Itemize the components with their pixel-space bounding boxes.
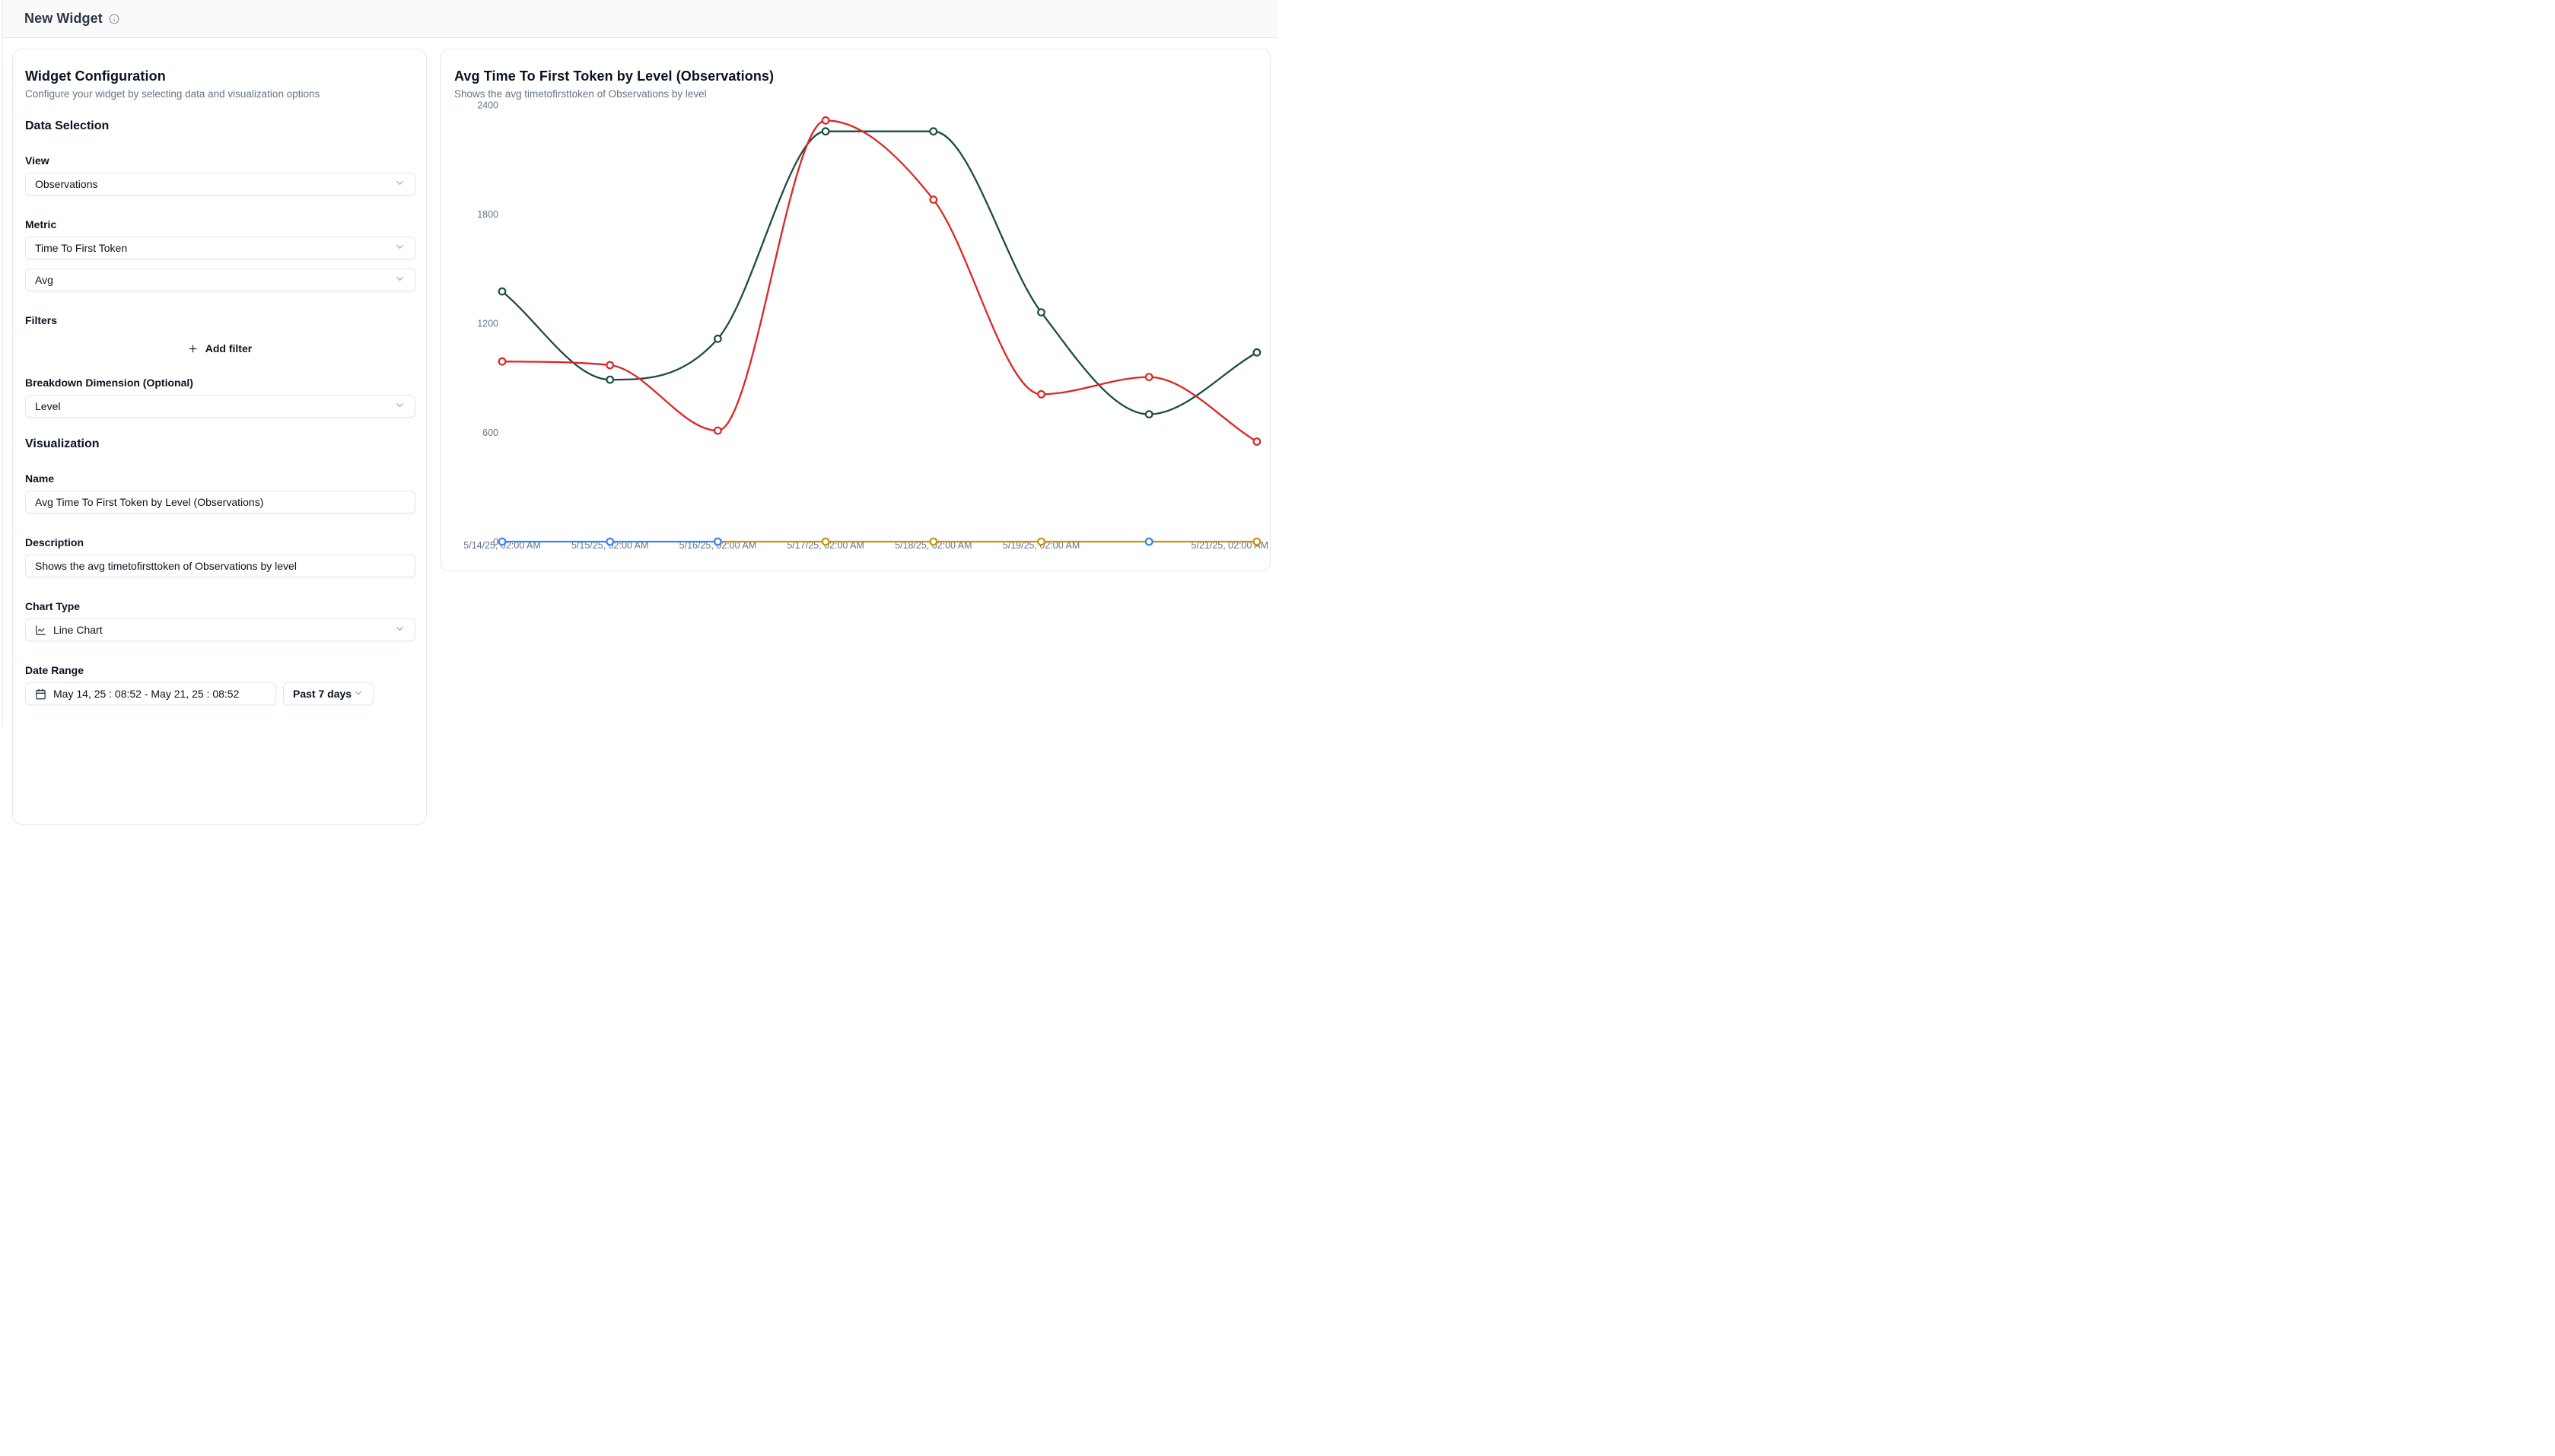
data-point-dark-teal[interactable] <box>1038 309 1045 316</box>
data-point-dark-teal[interactable] <box>931 128 937 135</box>
data-point-blue[interactable] <box>499 539 506 545</box>
widget-configuration-panel: Widget Configuration Configure your widg… <box>12 49 427 825</box>
add-filter-label: Add filter <box>205 342 252 354</box>
chart-type-label: Chart Type <box>25 600 414 612</box>
data-point-blue[interactable] <box>714 539 721 545</box>
data-point-red[interactable] <box>1038 391 1045 398</box>
breakdown-select-value: Level <box>35 400 60 412</box>
page-title: New Widget <box>24 11 103 27</box>
date-preset-value: Past 7 days <box>293 688 352 700</box>
data-selection-heading: Data Selection <box>25 119 414 133</box>
y-axis-tick-label: 2400 <box>477 100 498 111</box>
metric-label: Metric <box>25 218 414 230</box>
content-left-border <box>2 0 3 728</box>
widget-preview-panel: Avg Time To First Token by Level (Observ… <box>440 49 1271 571</box>
aggregation-select-value: Avg <box>35 274 53 286</box>
line-chart-icon <box>35 625 46 636</box>
metric-select-value: Time To First Token <box>35 242 127 254</box>
data-point-red[interactable] <box>499 358 506 365</box>
data-point-red[interactable] <box>714 428 721 434</box>
breakdown-dimension-label: Breakdown Dimension (Optional) <box>25 377 414 389</box>
chevron-down-icon <box>394 399 406 413</box>
add-filter-button[interactable]: Add filter <box>178 337 261 360</box>
data-point-dark-teal[interactable] <box>499 288 506 295</box>
data-point-orange[interactable] <box>931 539 937 545</box>
line-series-dark-teal <box>502 132 1257 415</box>
filters-label: Filters <box>25 314 414 326</box>
data-point-orange[interactable] <box>1254 539 1261 545</box>
description-input[interactable] <box>25 555 415 577</box>
chevron-down-icon <box>394 241 406 255</box>
chevron-down-icon <box>394 273 406 287</box>
line-chart: 06001200180024005/14/25, 02:00 AM5/15/25… <box>441 49 1271 572</box>
chart-type-value: Line Chart <box>53 624 103 636</box>
data-point-blue[interactable] <box>1146 539 1153 545</box>
date-range-button[interactable]: May 14, 25 : 08:52 - May 21, 25 : 08:52 <box>25 682 276 705</box>
metric-select[interactable]: Time To First Token <box>25 237 415 259</box>
chevron-down-icon <box>353 688 364 701</box>
breakdown-dimension-select[interactable]: Level <box>25 395 415 418</box>
y-axis-tick-label: 1800 <box>477 209 498 220</box>
aggregation-select[interactable]: Avg <box>25 269 415 291</box>
data-point-dark-teal[interactable] <box>1254 349 1261 356</box>
chevron-down-icon <box>394 623 406 637</box>
data-point-blue[interactable] <box>606 539 613 545</box>
chevron-down-icon <box>394 177 406 191</box>
data-point-dark-teal[interactable] <box>1146 411 1153 418</box>
config-panel-title: Widget Configuration <box>25 68 414 84</box>
data-point-orange[interactable] <box>822 539 829 545</box>
name-label: Name <box>25 472 414 485</box>
calendar-icon <box>35 688 46 700</box>
line-series-red <box>502 120 1257 441</box>
visualization-heading: Visualization <box>25 437 414 451</box>
data-point-dark-teal[interactable] <box>606 377 613 383</box>
date-preset-select[interactable]: Past 7 days <box>283 682 374 705</box>
date-range-label: Date Range <box>25 664 414 676</box>
config-panel-subtitle: Configure your widget by selecting data … <box>25 88 414 100</box>
data-point-red[interactable] <box>931 196 937 203</box>
data-point-red[interactable] <box>1254 438 1261 445</box>
data-point-red[interactable] <box>822 117 829 124</box>
description-label: Description <box>25 536 414 548</box>
data-point-dark-teal[interactable] <box>822 128 829 135</box>
data-point-orange[interactable] <box>1038 539 1045 545</box>
info-icon[interactable] <box>109 14 119 24</box>
data-point-red[interactable] <box>1146 374 1153 380</box>
page-header: New Widget <box>3 0 1278 38</box>
view-label: View <box>25 154 414 167</box>
y-axis-tick-label: 600 <box>482 428 498 438</box>
view-select[interactable]: Observations <box>25 173 415 196</box>
date-range-value: May 14, 25 : 08:52 - May 21, 25 : 08:52 <box>53 688 239 700</box>
y-axis-tick-label: 1200 <box>477 319 498 329</box>
chart-type-select[interactable]: Line Chart <box>25 618 415 641</box>
name-input[interactable] <box>25 491 415 513</box>
plus-icon <box>187 343 199 354</box>
view-select-value: Observations <box>35 178 97 190</box>
data-point-dark-teal[interactable] <box>714 335 721 342</box>
data-point-red[interactable] <box>606 362 613 369</box>
